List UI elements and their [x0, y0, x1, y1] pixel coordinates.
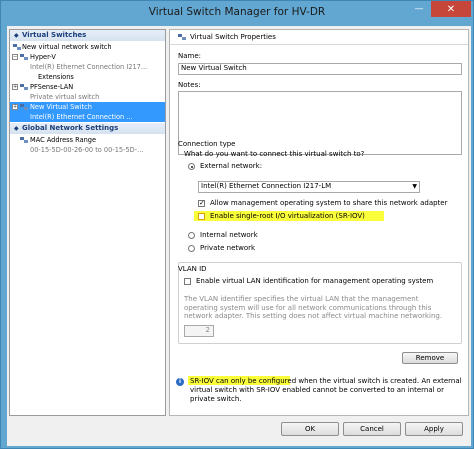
vlan-id-label: VLAN ID [178, 265, 207, 273]
connection-question: What do you want to connect this virtual… [184, 150, 365, 158]
enable-sriov-checkbox[interactable] [198, 213, 205, 220]
tree-section-virtual-switches[interactable]: ◆ Virtual Switches [10, 30, 165, 41]
tree-section-global-network-settings[interactable]: ◆ Global Network Settings [10, 123, 165, 134]
expand-minus-icon[interactable]: − [12, 54, 18, 60]
dialog-button-bar: OK Cancel Apply [7, 418, 471, 446]
enable-vlan-label: Enable virtual LAN identification for ma… [196, 277, 434, 285]
section-label: Virtual Switches [22, 31, 87, 39]
title-bar: Virtual Switch Manager for HV-DR — ✕ [1, 1, 473, 23]
tree-item-mac-range: 00-15-5D-00-26-00 to 00-15-5D-... [10, 145, 165, 155]
name-input[interactable]: New Virtual Switch [178, 63, 462, 75]
expand-plus-icon[interactable]: + [12, 104, 18, 110]
dialog-client-area: ◆ Virtual Switches New virtual network sw… [7, 26, 471, 446]
notes-label: Notes: [178, 81, 201, 89]
tree-item-sublabel: Private virtual switch [30, 93, 100, 101]
minimize-button[interactable]: — [410, 1, 428, 17]
connection-type-label: Connection type [178, 140, 236, 148]
tree-item-label: New Virtual Switch [30, 103, 92, 111]
allow-management-checkbox[interactable]: ✓ [198, 200, 205, 207]
collapse-icon[interactable]: ◆ [14, 30, 22, 41]
tree-item-label: New virtual network switch [22, 43, 112, 51]
tree-item-extensions[interactable]: Extensions [10, 72, 165, 82]
collapse-icon[interactable]: ◆ [14, 123, 22, 134]
expand-plus-icon[interactable]: + [12, 84, 18, 90]
private-network-label: Private network [200, 244, 256, 252]
tree-item-sublabel: Intel(R) Ethernet Connection I217... [30, 63, 148, 71]
apply-button[interactable]: Apply [405, 422, 463, 436]
vlan-description: The VLAN identifier specifies the virtua… [184, 295, 443, 320]
properties-panel: Virtual Switch Properties Name: New Virt… [169, 29, 469, 416]
tree-item-hyperv[interactable]: − Hyper-V [10, 52, 165, 62]
tree-item-pfsense-lan[interactable]: + PFSense-LAN [10, 82, 165, 92]
properties-header: Virtual Switch Properties [170, 30, 468, 45]
section-label: Global Network Settings [22, 124, 119, 132]
virtual-switch-manager-window: Virtual Switch Manager for HV-DR — ✕ ◆ Vi… [0, 0, 474, 449]
external-network-label: External network: [200, 162, 263, 170]
private-network-radio[interactable] [188, 245, 195, 252]
tree-item-new-switch-adapter[interactable]: Intel(R) Ethernet Connection ... [10, 112, 165, 122]
network-adapter-selected: Intel(R) Ethernet Connection I217-LM [201, 182, 332, 190]
switch-tree: ◆ Virtual Switches New virtual network sw… [9, 29, 166, 416]
tree-item-sublabel: Intel(R) Ethernet Connection ... [30, 113, 133, 121]
tree-item-mac-address-range[interactable]: MAC Address Range [10, 135, 165, 145]
mac-address-icon [20, 137, 29, 144]
tree-item-sublabel: 00-15-5D-00-26-00 to 00-15-5D-... [30, 146, 144, 154]
tree-item-new-virtual-network-switch[interactable]: New virtual network switch [10, 42, 165, 52]
sriov-info-text: SR-IOV can only be configured when the v… [190, 377, 462, 403]
properties-header-label: Virtual Switch Properties [190, 33, 276, 41]
network-switch-icon [20, 104, 29, 111]
allow-management-label: Allow management operating system to sha… [210, 199, 448, 207]
tree-item-label: MAC Address Range [30, 136, 97, 144]
window-title: Virtual Switch Manager for HV-DR [148, 6, 326, 18]
enable-sriov-label: Enable single-root I/O virtualization (S… [210, 212, 365, 220]
tree-item-pfsense-type: Private virtual switch [10, 92, 165, 102]
remove-button[interactable]: Remove [402, 352, 458, 364]
chevron-down-icon: ▼ [412, 183, 417, 190]
tree-item-label: Extensions [38, 73, 74, 81]
external-network-radio[interactable] [188, 163, 195, 170]
network-adapter-select[interactable]: Intel(R) Ethernet Connection I217-LM ▼ [198, 181, 420, 193]
name-label: Name: [178, 52, 202, 60]
tree-item-new-virtual-switch[interactable]: + New Virtual Switch [10, 102, 165, 112]
tree-item-label: Hyper-V [30, 53, 56, 61]
vlan-id-input[interactable]: 2 [184, 325, 214, 337]
cancel-button[interactable]: Cancel [343, 422, 401, 436]
enable-vlan-checkbox[interactable] [184, 278, 191, 285]
internal-network-radio[interactable] [188, 232, 195, 239]
network-switch-icon [178, 34, 187, 41]
network-switch-icon [20, 54, 29, 61]
tree-item-label: PFSense-LAN [30, 83, 74, 91]
network-switch-icon [13, 44, 22, 51]
internal-network-label: Internal network [200, 231, 258, 239]
ok-button[interactable]: OK [281, 422, 339, 436]
info-icon: i [176, 378, 184, 386]
network-switch-icon [20, 84, 29, 91]
tree-item-hyperv-adapter: Intel(R) Ethernet Connection I217... [10, 62, 165, 72]
close-button[interactable]: ✕ [431, 1, 471, 17]
